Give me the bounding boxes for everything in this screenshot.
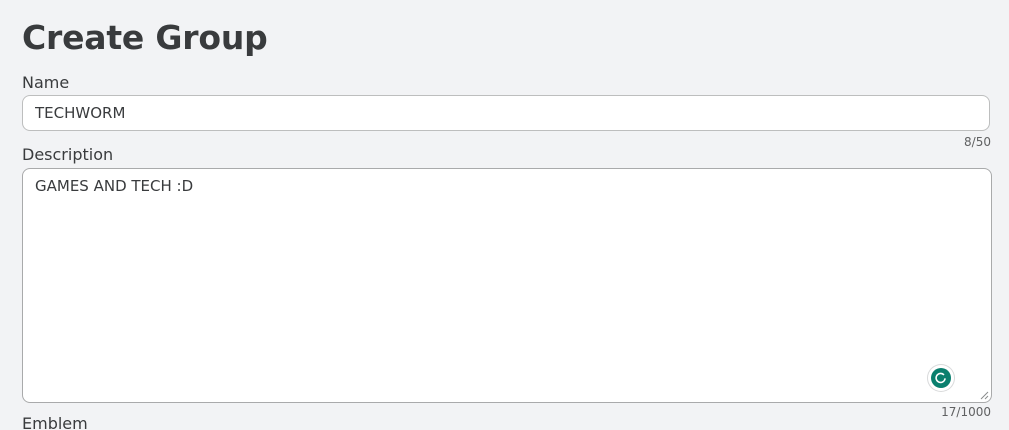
description-char-counter: 17/1000 (941, 405, 991, 419)
emblem-label: Emblem (22, 414, 88, 430)
grammarly-icon[interactable] (928, 365, 954, 391)
resize-handle-icon[interactable] (980, 391, 989, 400)
description-label: Description (22, 145, 114, 164)
name-input[interactable] (22, 95, 990, 131)
page-title: Create Group (22, 18, 268, 57)
create-group-page: Create Group Name 8/50 Description GAMES… (0, 0, 1009, 430)
name-char-counter: 8/50 (964, 135, 991, 149)
description-textarea[interactable]: GAMES AND TECH :D (22, 168, 992, 403)
name-label: Name (22, 73, 70, 92)
description-text: GAMES AND TECH :D (35, 177, 194, 195)
